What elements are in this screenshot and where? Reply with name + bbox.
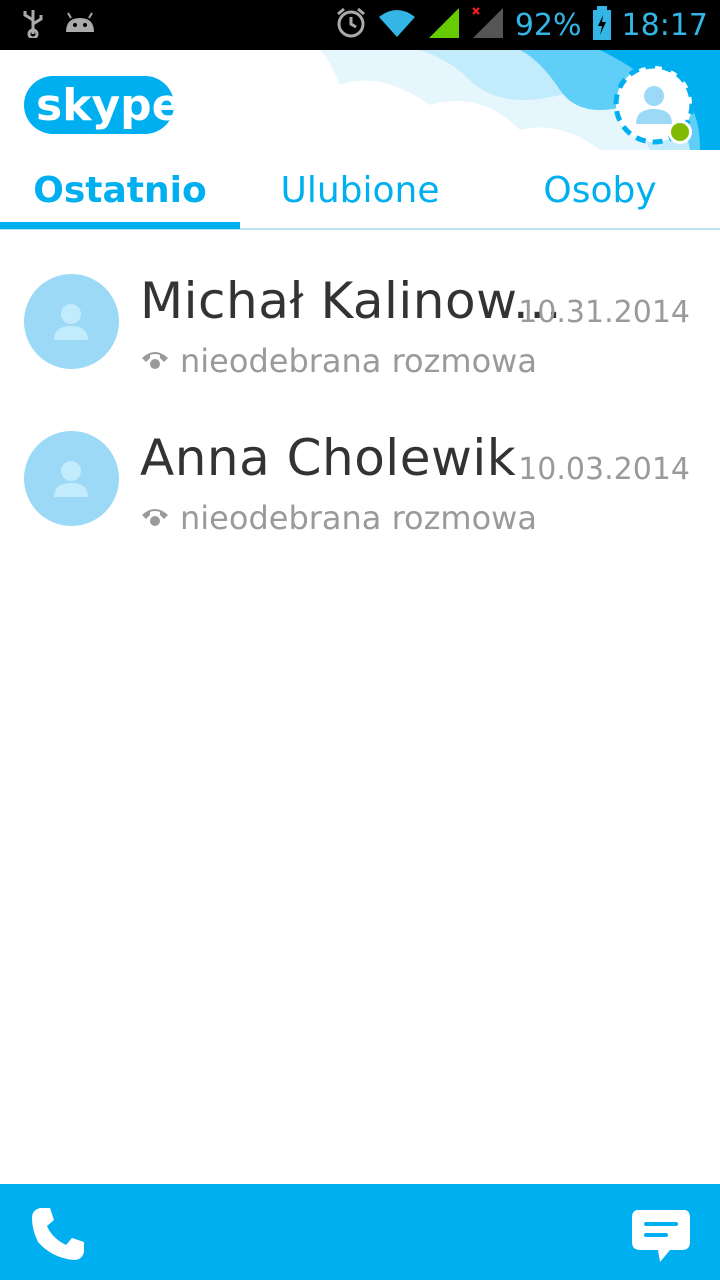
logo-text: skype [36,80,177,131]
call-status: nieodebrana rozmowa [140,499,537,537]
battery-charging-icon [592,6,612,44]
bottom-action-bar [0,1184,720,1280]
contact-avatar [24,431,119,526]
signal-no-data-icon [471,6,505,44]
call-status-text: nieodebrana rozmowa [180,342,537,380]
status-bar: 92% 18:17 [0,0,720,50]
call-status-text: nieodebrana rozmowa [180,499,537,537]
tab-favorites[interactable]: Ulubione [240,150,480,230]
chat-icon [630,1210,692,1268]
tab-bar: Ostatnio Ulubione Osoby [0,150,720,230]
list-item[interactable]: Anna Cholewik 10.03.2014 nieodebrana roz… [0,397,720,553]
missed-call-icon [140,346,170,376]
battery-percent: 92% [514,7,582,43]
phone-icon [28,1208,88,1268]
online-status-dot [668,120,692,144]
call-button[interactable] [28,1204,88,1264]
contact-name: Michał Kalinow... [140,272,563,330]
alarm-icon [335,7,367,43]
list-item[interactable]: Michał Kalinow... 10.31.2014 nieodebrana… [0,240,720,396]
usb-icon [20,8,46,42]
app-header: skype [0,50,720,150]
skype-logo: skype [22,70,181,140]
profile-avatar-button[interactable] [612,62,696,146]
call-date: 10.03.2014 [518,452,690,487]
call-date: 10.31.2014 [518,295,690,330]
contact-avatar [24,274,119,369]
new-chat-button[interactable] [630,1206,692,1264]
tab-recent[interactable]: Ostatnio [0,150,240,230]
wifi-icon [377,7,417,43]
clock: 18:17 [621,7,708,43]
contact-name: Anna Cholewik [140,429,517,487]
android-icon [64,12,96,38]
tab-people[interactable]: Osoby [480,150,720,230]
call-status: nieodebrana rozmowa [140,342,537,380]
missed-call-icon [140,503,170,533]
signal-icon [427,6,461,44]
active-tab-indicator [0,222,240,229]
